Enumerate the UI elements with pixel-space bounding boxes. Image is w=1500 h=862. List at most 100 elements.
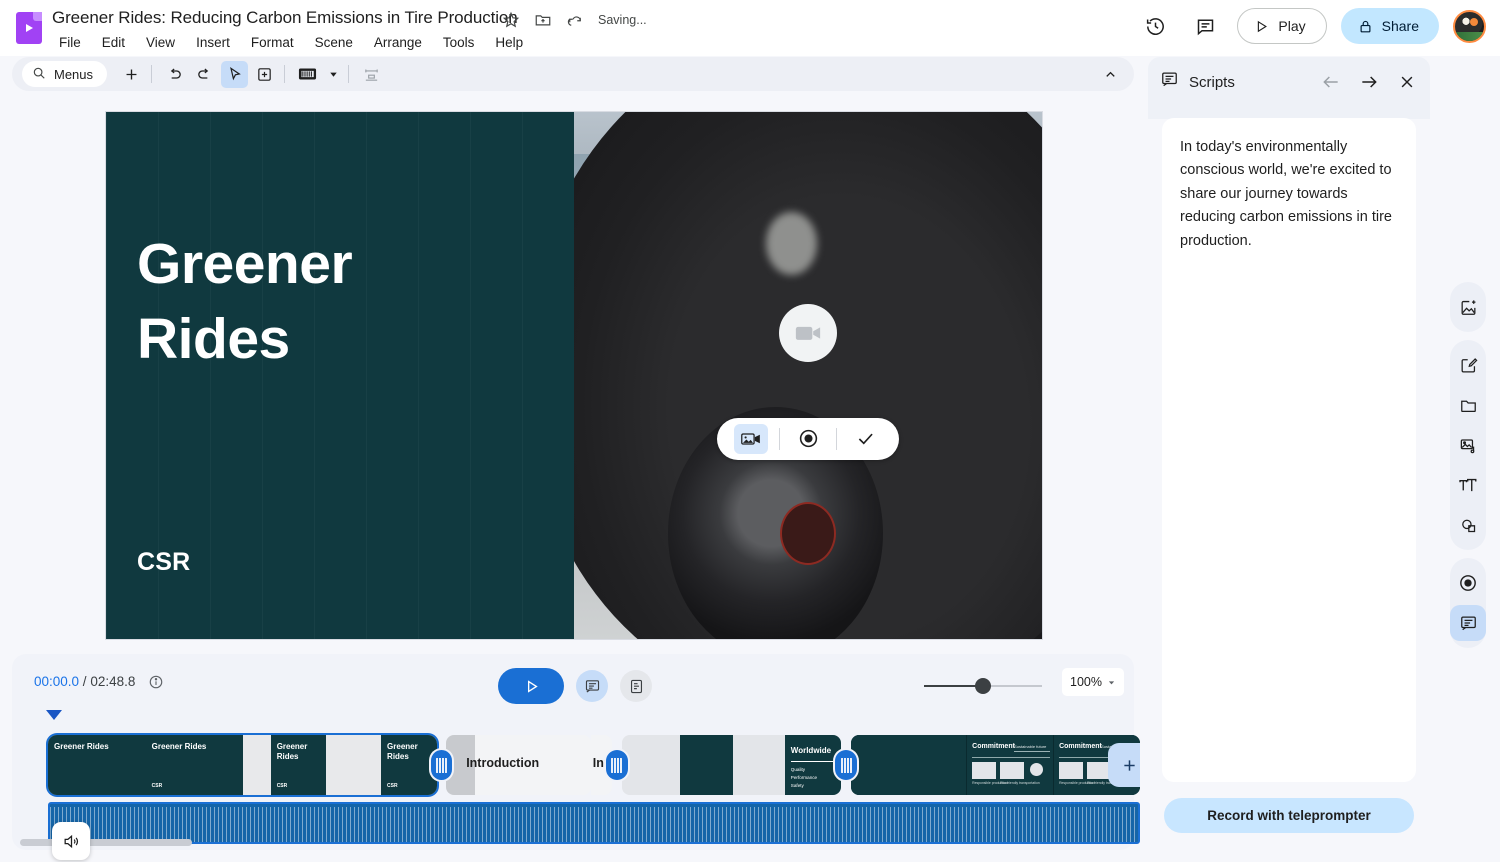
add-box-icon[interactable] [251,61,278,88]
table-row [243,735,270,795]
add-scene-button[interactable] [1108,743,1140,787]
distribute-icon[interactable] [358,61,385,88]
redo-icon[interactable] [191,61,218,88]
current-time: 00:00.0 [34,674,79,689]
comment-icon[interactable] [1187,8,1223,44]
table-row: Greener Rides CSR [381,735,437,795]
table-row: Greener Rides [48,735,146,795]
generate-image-icon[interactable] [1450,289,1486,325]
cloud-sync-icon[interactable] [566,11,584,29]
chevron-down-icon[interactable] [324,61,342,88]
horizontal-scrollbar[interactable] [20,839,192,846]
transition-badge[interactable] [431,750,452,780]
media-audio-icon[interactable] [1450,427,1486,463]
thumb-caption: Eco-friendly transportation [1000,781,1040,786]
thumb-title: Greener Rides [54,742,109,752]
title-actions: Saving... [502,11,647,29]
video-source-icon[interactable] [734,424,768,454]
chevron-up-icon[interactable] [1097,61,1124,88]
timeline-clip-introduction[interactable]: Introduction [446,735,591,795]
transition-badge[interactable] [606,750,627,780]
menus-search-button[interactable]: Menus [22,61,107,87]
table-row: Greener Rides CSR [271,735,327,795]
timeline-clip-worldwide[interactable]: Worldwide Quality Performance Safety [622,735,842,795]
zoom-slider-knob[interactable] [975,678,991,694]
menu-help[interactable]: Help [488,33,530,52]
thumb-bullet: Quality [791,766,817,774]
video-camera-icon[interactable] [779,304,837,362]
text-icon[interactable] [1450,467,1486,503]
chevron-down-icon [1107,678,1116,687]
audio-waveform-track[interactable] [48,802,1140,844]
playhead-marker[interactable] [46,710,62,722]
arrow-right-icon[interactable] [1358,71,1380,93]
slide-left-panel: Greener Rides CSR [106,112,574,639]
star-icon[interactable] [502,11,520,29]
menu-view[interactable]: View [139,33,182,52]
total-time: 02:48.8 [90,674,135,689]
top-bar: Greener Rides: Reducing Carbon Emissions… [0,0,1500,56]
cursor-arrow-icon[interactable] [221,61,248,88]
check-icon[interactable] [848,424,882,454]
version-history-icon[interactable] [1137,8,1173,44]
close-icon[interactable] [1396,71,1418,93]
move-to-folder-icon[interactable] [534,11,552,29]
menu-tools[interactable]: Tools [436,33,482,52]
undo-icon[interactable] [161,61,188,88]
app-logo-icon[interactable] [16,12,42,44]
thumb-bullet: Performance [791,774,817,782]
play-button-label: Play [1278,18,1305,34]
add-icon[interactable] [118,61,145,88]
share-button-label: Share [1382,18,1419,34]
time-display: 00:00.0 / 02:48.8 [34,674,135,689]
thumb-bullet: Safety [791,782,817,790]
menu-arrange[interactable]: Arrange [367,33,429,52]
search-icon [32,66,46,83]
arrow-left-icon[interactable] [1320,71,1342,93]
timeline-clip-greener-rides[interactable]: Greener Rides Greener Rides CSR Greener … [48,735,437,795]
slide-canvas[interactable]: Greener Rides CSR [106,112,1042,639]
timeline-scripts-button[interactable] [576,670,608,702]
thumb-title: Commitment [1059,743,1102,750]
table-row [851,735,966,795]
toolbar-divider-3 [348,65,349,83]
avatar[interactable] [1453,10,1486,43]
time-separator: / [79,674,90,689]
share-button[interactable]: Share [1341,8,1439,44]
document-title[interactable]: Greener Rides: Reducing Carbon Emissions… [52,8,518,28]
play-button[interactable]: Play [1237,8,1326,44]
slide-photo [574,112,1042,639]
timeline-scene-button[interactable] [620,670,652,702]
script-card[interactable]: In today's environmentally conscious wor… [1162,118,1416,782]
scripts-icon[interactable] [1450,605,1486,641]
thumb-title: Worldwide [791,746,831,755]
folder-icon[interactable] [1450,387,1486,423]
layout-icon[interactable] [294,61,321,88]
menu-scene[interactable]: Scene [308,33,360,52]
record-teleprompter-button[interactable]: Record with teleprompter [1164,798,1414,833]
transition-badge[interactable] [835,750,856,780]
audio-mute-button[interactable] [52,822,90,860]
table-row: Greener Rides CSR [146,735,244,795]
zoom-level-select[interactable]: 100% [1062,668,1124,696]
timeline-play-button[interactable] [498,668,564,704]
thumb-title: Commitment [972,743,1015,750]
menu-edit[interactable]: Edit [95,33,132,52]
pill-divider-1 [779,428,780,450]
brake-caliper-shape [780,502,836,565]
shapes-icon[interactable] [1450,507,1486,543]
menu-format[interactable]: Format [244,33,301,52]
edit-image-icon[interactable] [1450,347,1486,383]
info-icon[interactable] [148,674,164,695]
script-text: In today's environmentally conscious wor… [1180,136,1398,253]
table-row [622,735,681,795]
record-dot-icon[interactable] [791,424,825,454]
zoom-slider[interactable] [924,678,1042,694]
record-icon[interactable] [1450,565,1486,601]
menu-insert[interactable]: Insert [189,33,237,52]
menu-file[interactable]: File [52,33,88,52]
rail-group-record [1450,558,1486,648]
zoom-level-value: 100% [1070,675,1102,689]
canvas-stage: Greener Rides CSR [12,100,1134,645]
timeline-clip-commitment[interactable]: Commitment Sustainable future Responsibl… [851,735,1140,795]
